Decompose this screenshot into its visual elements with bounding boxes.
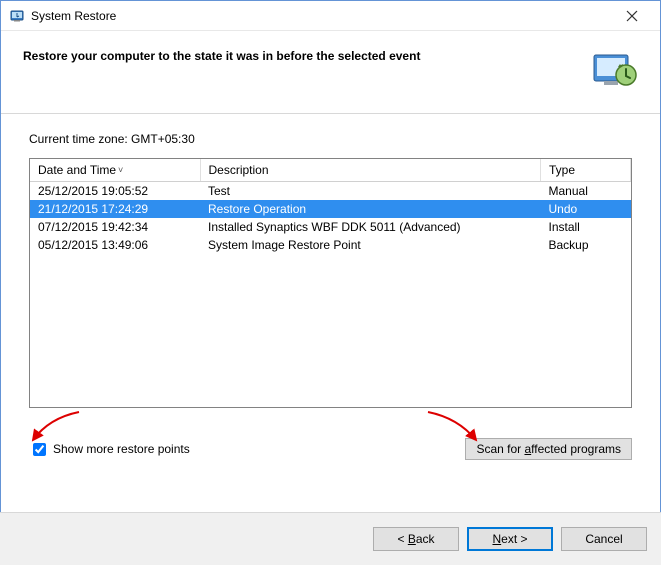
table-cell: 05/12/2015 13:49:06 bbox=[30, 236, 200, 254]
titlebar: System Restore bbox=[1, 1, 660, 31]
column-header-date-label: Date and Time bbox=[38, 163, 116, 177]
table-cell: 21/12/2015 17:24:29 bbox=[30, 200, 200, 218]
next-button[interactable]: Next > bbox=[467, 527, 553, 551]
show-more-label: Show more restore points bbox=[53, 442, 190, 456]
table-cell: 25/12/2015 19:05:52 bbox=[30, 182, 200, 201]
table-cell: Backup bbox=[541, 236, 631, 254]
show-more-checkbox[interactable] bbox=[33, 443, 46, 456]
table-cell: Installed Synaptics WBF DDK 5011 (Advanc… bbox=[200, 218, 541, 236]
back-button[interactable]: < Back bbox=[373, 527, 459, 551]
table-row[interactable]: 05/12/2015 13:49:06System Image Restore … bbox=[30, 236, 631, 254]
table-row[interactable]: 07/12/2015 19:42:34Installed Synaptics W… bbox=[30, 218, 631, 236]
page-heading: Restore your computer to the state it wa… bbox=[23, 45, 590, 63]
window-title: System Restore bbox=[31, 9, 612, 23]
show-more-checkbox-row[interactable]: Show more restore points bbox=[29, 440, 190, 459]
wizard-footer: < Back Next > Cancel bbox=[0, 512, 661, 565]
table-cell: Manual bbox=[541, 182, 631, 201]
table-cell: Install bbox=[541, 218, 631, 236]
table-row[interactable]: 21/12/2015 17:24:29Restore OperationUndo bbox=[30, 200, 631, 218]
column-header-type[interactable]: Type bbox=[541, 159, 631, 182]
sort-indicator-icon: ˅ bbox=[118, 165, 123, 175]
cancel-button[interactable]: Cancel bbox=[561, 527, 647, 551]
restore-points-table[interactable]: Date and Time˅ Description Type 25/12/20… bbox=[29, 158, 632, 408]
wizard-header: Restore your computer to the state it wa… bbox=[1, 31, 660, 114]
close-button[interactable] bbox=[612, 2, 652, 30]
content-area: Current time zone: GMT+05:30 Date and Ti… bbox=[1, 114, 660, 470]
restore-hero-icon bbox=[590, 45, 638, 93]
column-header-description[interactable]: Description bbox=[200, 159, 541, 182]
timezone-label: Current time zone: GMT+05:30 bbox=[29, 132, 632, 146]
scan-affected-button[interactable]: Scan for affected programs bbox=[465, 438, 632, 460]
table-cell: 07/12/2015 19:42:34 bbox=[30, 218, 200, 236]
table-cell: Undo bbox=[541, 200, 631, 218]
table-cell: Restore Operation bbox=[200, 200, 541, 218]
column-header-date[interactable]: Date and Time˅ bbox=[30, 159, 200, 182]
table-row[interactable]: 25/12/2015 19:05:52TestManual bbox=[30, 182, 631, 201]
system-restore-icon bbox=[9, 8, 25, 24]
table-cell: Test bbox=[200, 182, 541, 201]
table-cell: System Image Restore Point bbox=[200, 236, 541, 254]
